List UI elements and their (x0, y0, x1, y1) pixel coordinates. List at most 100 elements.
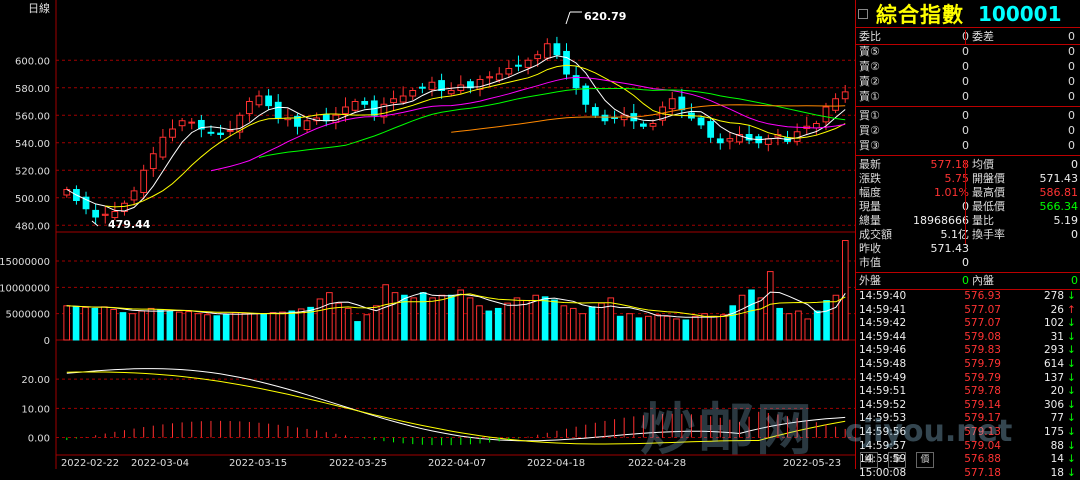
volume-bar (241, 312, 249, 341)
candle-body (418, 86, 426, 89)
volume-bar (579, 313, 586, 341)
volume-tick-label: 10000000 (0, 283, 50, 294)
tick-price: 577.07 (964, 317, 1001, 330)
stat-value: 586.81 (1039, 186, 1079, 199)
volume-bar (326, 292, 333, 341)
tick-row: 14:59:49 579.79 137 ↓ (859, 372, 1080, 385)
volume-bar (673, 318, 680, 341)
stat-label: 市值 (859, 256, 881, 269)
tick-time: 14:59:49 (859, 371, 907, 384)
tick-direction-icon: ↓ (1067, 358, 1076, 370)
candle-body (832, 98, 839, 111)
candle-body (812, 123, 820, 129)
tick-time: 14:59:41 (859, 303, 907, 316)
svg-text:620.79: 620.79 (584, 10, 626, 23)
volume-bar (354, 321, 361, 341)
volume-bar (523, 300, 530, 341)
volume-bar (682, 319, 690, 341)
volume-bar (644, 315, 652, 341)
candle-body (322, 114, 330, 122)
tick-direction-icon: ↓ (1067, 371, 1076, 384)
order-diff-value: 0 (1068, 30, 1075, 43)
tick-time: 14:59:51 (859, 385, 907, 398)
volume-bar (185, 311, 192, 341)
stat-value: 566.34 (1039, 200, 1079, 213)
tick-volume: 306 (1043, 398, 1064, 411)
bid-level-2: 買② 0 0 (859, 124, 1078, 137)
indicator-tick-label: 10.00 (21, 404, 50, 415)
volume-bar (766, 271, 774, 341)
stat-label: 均價 (972, 158, 994, 171)
candle-body (140, 169, 148, 194)
volume-bar (626, 313, 633, 341)
candle-body (226, 129, 234, 132)
candle-body (101, 213, 109, 216)
price-tick-label: 580.00 (15, 84, 50, 95)
volume-bar (213, 315, 221, 341)
volume-bar (72, 306, 80, 341)
ask-level-1-price: 0 (962, 45, 969, 58)
candle-body (188, 121, 196, 124)
volume-bar (250, 313, 258, 341)
date-label: 2022-03-15 (229, 458, 287, 469)
tick-price: 579.83 (964, 344, 1001, 357)
candle-body (486, 76, 494, 79)
tab-detail[interactable]: 細 (860, 451, 878, 468)
stat-value: 5.19 (1053, 214, 1079, 227)
volume-bar (776, 307, 783, 341)
candle-body (505, 68, 513, 75)
volume-bar (447, 294, 455, 341)
candle-body (447, 90, 455, 95)
candle-body (678, 96, 686, 111)
candle-body (515, 64, 522, 67)
tab-trades[interactable]: 筆 (888, 451, 906, 468)
volume-bar (663, 315, 671, 341)
volume-bar (279, 311, 286, 341)
outer-value: 0 (962, 274, 969, 287)
volume-bar (91, 307, 99, 341)
candle-body (409, 90, 417, 97)
checkbox-icon[interactable] (858, 8, 868, 19)
volume-tick-label: 0 (44, 336, 50, 347)
ask-level-1-volume: 0 (1068, 45, 1075, 58)
volume-bar (710, 315, 718, 341)
tick-row: 14:59:52 579.14 306 ↓ (859, 399, 1080, 412)
ask-level-4: 賣① 0 0 (859, 90, 1078, 103)
stat-label: 漲跌 (859, 172, 881, 185)
order-diff-label: 委差 (972, 30, 994, 43)
volume-bar (560, 305, 568, 341)
tick-price: 576.93 (964, 290, 1001, 302)
ask-level-3: 賣② 0 0 (859, 75, 1078, 88)
volume-bar (813, 310, 821, 341)
row-divider (856, 272, 1080, 273)
tab-price[interactable]: 價 (916, 451, 934, 468)
tick-volume: 278 (1043, 290, 1064, 302)
candle-body (92, 209, 100, 218)
bid-level-1: 買① 0 0 (859, 109, 1078, 122)
candle-body (255, 95, 263, 106)
volume-bar (63, 305, 71, 341)
price-tick-label: 600.00 (15, 56, 50, 67)
indicator-tick-label: 0.00 (28, 434, 50, 445)
volume-bar (691, 315, 699, 341)
candle-body (169, 128, 176, 138)
stat-label: 最高價 (972, 186, 1005, 199)
volume-bar (438, 294, 446, 341)
candle-body (611, 116, 618, 119)
candle-body (649, 123, 657, 127)
tick-direction-icon: ↓ (1067, 385, 1076, 398)
ask-level-3-volume: 0 (1068, 75, 1075, 88)
volume-bar (363, 314, 371, 341)
stat-value: 1.01% (934, 186, 969, 199)
candle-body (822, 106, 830, 123)
candle-body (726, 138, 734, 142)
tick-price: 579.08 (964, 330, 1001, 343)
row-divider (856, 106, 1080, 107)
order-ratio-row: 委比0委差0 (859, 30, 1078, 43)
volume-bar (100, 306, 108, 341)
volume-bar (157, 308, 164, 341)
inner-label: 內盤 (972, 274, 994, 287)
tick-price: 579.78 (964, 385, 1001, 398)
index-name: 綜合指數 (876, 2, 964, 27)
candle-body (217, 132, 224, 135)
